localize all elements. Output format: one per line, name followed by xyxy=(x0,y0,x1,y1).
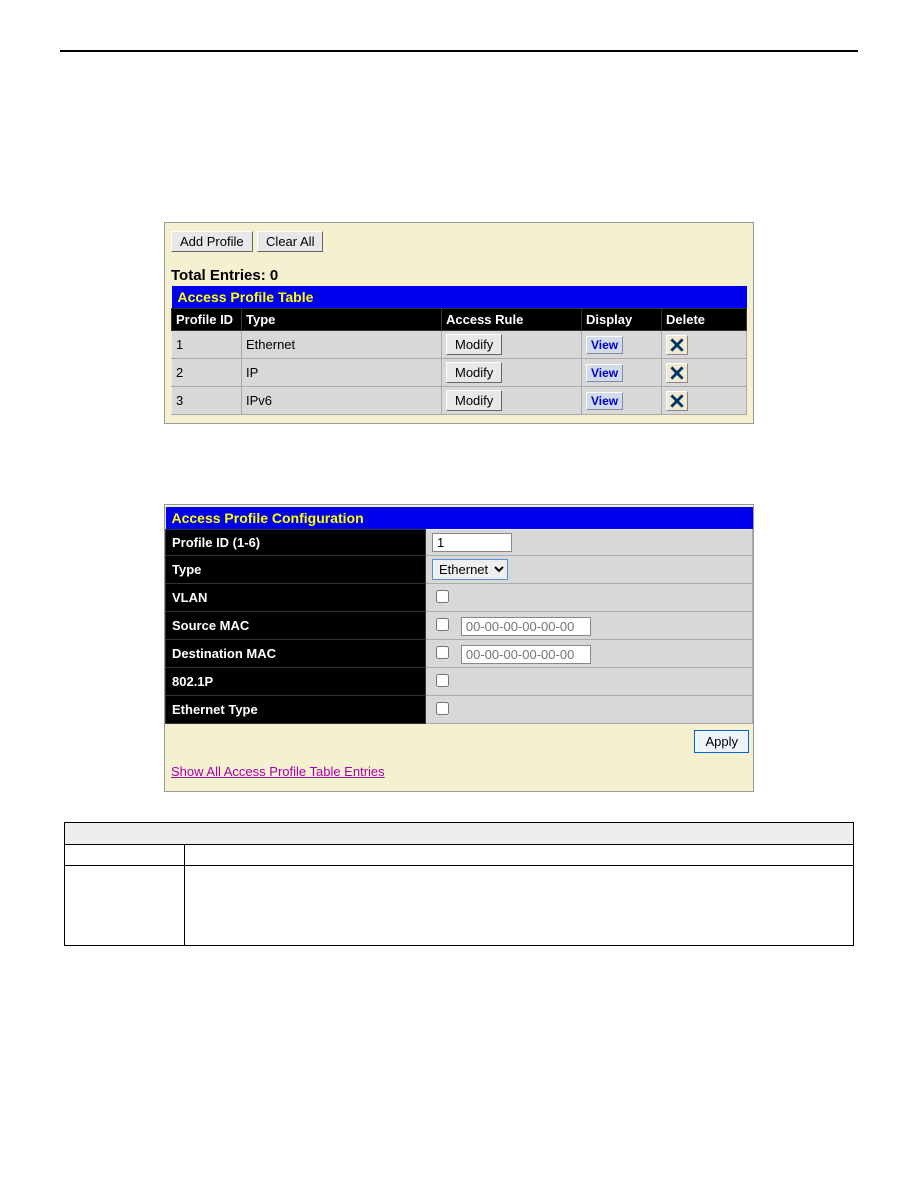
view-button[interactable]: View xyxy=(586,364,623,382)
access-profile-table: Access Profile Table Profile ID Type Acc… xyxy=(171,286,747,415)
label-vlan: VLAN xyxy=(166,584,426,612)
cell-id: 2 xyxy=(172,359,242,387)
eth-type-checkbox[interactable] xyxy=(436,702,449,715)
delete-button[interactable] xyxy=(666,335,688,355)
col-profile-id: Profile ID xyxy=(172,309,242,331)
table-row: 2 IP Modify View xyxy=(172,359,747,387)
label-profile-id: Profile ID (1-6) xyxy=(166,530,426,556)
table-row: 3 IPv6 Modify View xyxy=(172,387,747,415)
parameter-table xyxy=(64,822,854,946)
label-8021p: 802.1P xyxy=(166,668,426,696)
modify-button[interactable]: Modify xyxy=(446,334,502,355)
cell-type: Ethernet xyxy=(242,331,442,359)
table-title: Access Profile Table xyxy=(172,286,747,309)
col-type: Type xyxy=(242,309,442,331)
cell-id: 1 xyxy=(172,331,242,359)
col-access-rule: Access Rule xyxy=(442,309,582,331)
modify-button[interactable]: Modify xyxy=(446,362,502,383)
param-col2 xyxy=(185,845,854,866)
modify-button[interactable]: Modify xyxy=(446,390,502,411)
view-button[interactable]: View xyxy=(586,336,623,354)
label-type: Type xyxy=(166,556,426,584)
type-select[interactable]: Ethernet xyxy=(432,559,508,580)
access-profile-table-panel: Add Profile Clear All Total Entries: 0 A… xyxy=(164,222,754,424)
apply-row: Apply xyxy=(165,724,753,759)
total-entries-label: Total Entries: 0 xyxy=(171,267,747,284)
dst-mac-checkbox[interactable] xyxy=(436,646,449,659)
delete-button[interactable] xyxy=(666,363,688,383)
profile-id-input[interactable] xyxy=(432,533,512,552)
label-dst-mac: Destination MAC xyxy=(166,640,426,668)
cell-type: IPv6 xyxy=(242,387,442,415)
param-col1 xyxy=(65,845,185,866)
config-table: Access Profile Configuration Profile ID … xyxy=(165,507,753,724)
src-mac-input[interactable] xyxy=(461,617,591,636)
view-button[interactable]: View xyxy=(586,392,623,410)
param-cell xyxy=(185,866,854,946)
8021p-checkbox[interactable] xyxy=(436,674,449,687)
table-row: 1 Ethernet Modify View xyxy=(172,331,747,359)
col-display: Display xyxy=(582,309,662,331)
label-src-mac: Source MAC xyxy=(166,612,426,640)
src-mac-checkbox[interactable] xyxy=(436,618,449,631)
add-profile-button[interactable]: Add Profile xyxy=(171,231,253,252)
clear-all-button[interactable]: Clear All xyxy=(257,231,323,252)
show-all-link[interactable]: Show All Access Profile Table Entries xyxy=(171,764,385,779)
param-cell xyxy=(65,866,185,946)
cell-id: 3 xyxy=(172,387,242,415)
label-eth-type: Ethernet Type xyxy=(166,696,426,724)
cell-type: IP xyxy=(242,359,442,387)
close-icon xyxy=(670,394,684,408)
button-row: Add Profile Clear All xyxy=(171,231,747,252)
document-page: Add Profile Clear All Total Entries: 0 A… xyxy=(60,50,858,946)
close-icon xyxy=(670,366,684,380)
dst-mac-input[interactable] xyxy=(461,645,591,664)
access-profile-config-panel: Access Profile Configuration Profile ID … xyxy=(164,504,754,792)
param-header xyxy=(65,823,854,845)
vlan-checkbox[interactable] xyxy=(436,590,449,603)
close-icon xyxy=(670,338,684,352)
col-delete: Delete xyxy=(662,309,747,331)
config-title: Access Profile Configuration xyxy=(166,507,753,530)
apply-button[interactable]: Apply xyxy=(694,730,749,753)
delete-button[interactable] xyxy=(666,391,688,411)
